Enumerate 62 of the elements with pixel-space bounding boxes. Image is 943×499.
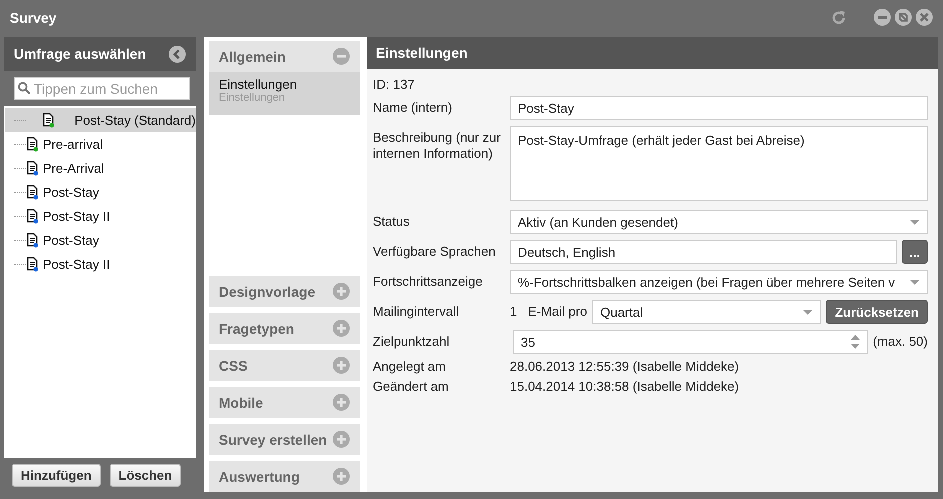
restore-icon[interactable] — [895, 9, 912, 26]
field-label: Verfügbare Sprachen — [373, 243, 497, 260]
number-field[interactable]: 35 — [513, 330, 868, 354]
field-label: Zielpunktzahl — [373, 333, 451, 350]
search-field[interactable]: Tippen zum Suchen — [14, 77, 190, 100]
dropdown[interactable]: Quartal — [592, 300, 822, 324]
action-button[interactable]: Hinzufügen — [12, 464, 101, 486]
survey-item[interactable]: Post-Stay II — [5, 252, 196, 276]
survey-item[interactable]: Post-Stay — [5, 228, 196, 252]
accordion-header[interactable]: Survey erstellen — [209, 424, 360, 455]
survey-item[interactable]: Post-Stay — [5, 180, 196, 204]
survey-item[interactable]: Pre-Arrival — [5, 156, 196, 180]
accordion-header[interactable]: Allgemein — [209, 41, 360, 72]
search-icon — [18, 82, 31, 95]
window-title: Survey — [10, 10, 57, 26]
toggle-icon — [333, 48, 350, 65]
close-icon[interactable] — [916, 9, 933, 26]
survey-item[interactable]: Pre-arrival — [5, 132, 196, 156]
toggle-icon — [333, 468, 350, 485]
sidebar-title: Umfrage auswählen — [14, 46, 146, 62]
count-text: 1 — [510, 303, 518, 321]
accordion-header[interactable]: CSS — [209, 350, 360, 381]
field-label: Status — [373, 213, 411, 230]
toggle-icon — [333, 431, 350, 448]
toggle-icon — [333, 357, 350, 374]
text-area[interactable]: Post-Stay-Umfrage (erhält jeder Gast bei Abreise) — [510, 126, 928, 201]
field-label: Mailingintervall — [373, 303, 460, 320]
caret-icon — [910, 280, 920, 284]
minimize-icon[interactable] — [874, 9, 891, 26]
accordion-header[interactable]: Mobile — [209, 387, 360, 418]
accordion-header[interactable]: Fragetypen — [209, 313, 360, 344]
dropdown[interactable]: Aktiv (an Kunden gesendet) — [510, 210, 928, 234]
panel-title: Einstellungen — [376, 45, 468, 61]
action-button[interactable]: Löschen — [110, 464, 182, 486]
reset-button[interactable]: Zurücksetzen — [826, 300, 928, 324]
toggle-icon — [333, 283, 350, 300]
survey-item[interactable]: Post-Stay (Standard) — [5, 108, 196, 132]
accordion-item[interactable]: Einstellungen Einstellungen — [209, 72, 360, 115]
field-label: Beschreibung (nur zur internen Information) — [373, 129, 502, 162]
input-field[interactable]: Deutsch, English — [510, 240, 897, 264]
accordion-header[interactable]: Auswertung — [209, 461, 360, 492]
field-label: Geändert am — [373, 379, 450, 395]
id-text: ID: 137 — [373, 77, 416, 94]
dropdown[interactable]: %-Fortschrittsbalken anzeigen (bei Fragen über mehrere Seiten v — [510, 270, 928, 294]
input-field[interactable]: Post-Stay — [510, 96, 928, 120]
info-value: 15.04.2014 10:38:58 (Isabelle Middeke) — [510, 379, 740, 395]
field-label: Fortschrittsanzeige — [373, 273, 484, 290]
toggle-icon — [333, 394, 350, 411]
collapse-icon[interactable] — [169, 46, 186, 62]
max-note: (max. 50) — [873, 333, 928, 351]
accordion-header[interactable]: Designvorlage — [209, 276, 360, 307]
field-label: Name (intern) — [373, 99, 454, 116]
refresh-icon[interactable] — [830, 8, 848, 26]
more-button[interactable]: ... — [902, 240, 928, 264]
unit-text: E-Mail pro — [528, 303, 588, 321]
survey-item[interactable]: Post-Stay II — [5, 204, 196, 228]
field-label: Angelegt am — [373, 359, 447, 375]
spinner-icon — [851, 335, 860, 349]
caret-icon — [910, 220, 920, 224]
info-value: 28.06.2013 12:55:39 (Isabelle Middeke) — [510, 359, 740, 375]
caret-icon — [803, 310, 814, 314]
toggle-icon — [333, 320, 350, 337]
